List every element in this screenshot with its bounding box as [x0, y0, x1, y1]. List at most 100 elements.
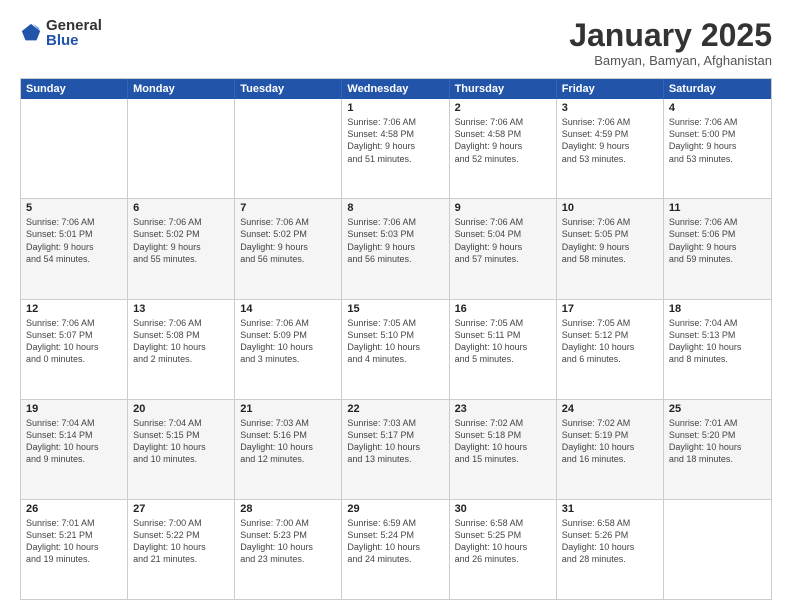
- day-info: Sunrise: 7:06 AMSunset: 5:04 PMDaylight:…: [455, 216, 551, 265]
- day-cell-21: 21 Sunrise: 7:03 AMSunset: 5:16 PMDayligh…: [235, 400, 342, 499]
- day-info: Sunrise: 7:00 AMSunset: 5:22 PMDaylight:…: [133, 517, 229, 566]
- day-number: 7: [240, 202, 336, 214]
- month-title: January 2025: [569, 18, 772, 53]
- empty-cell: [235, 99, 342, 198]
- day-number: 10: [562, 202, 658, 214]
- day-cell-14: 14 Sunrise: 7:06 AMSunset: 5:09 PMDayligh…: [235, 300, 342, 399]
- day-cell-23: 23 Sunrise: 7:02 AMSunset: 5:18 PMDayligh…: [450, 400, 557, 499]
- calendar-body: 1 Sunrise: 7:06 AMSunset: 4:58 PMDaylight…: [21, 99, 771, 599]
- day-number: 13: [133, 303, 229, 315]
- day-cell-29: 29 Sunrise: 6:59 AMSunset: 5:24 PMDayligh…: [342, 500, 449, 599]
- day-info: Sunrise: 7:06 AMSunset: 5:03 PMDaylight:…: [347, 216, 443, 265]
- day-info: Sunrise: 7:06 AMSunset: 5:08 PMDaylight:…: [133, 317, 229, 366]
- day-number: 3: [562, 102, 658, 114]
- day-number: 30: [455, 503, 551, 515]
- logo-text: General Blue: [46, 18, 102, 48]
- day-cell-31: 31Sunrise: 6:58 AMSunset: 5:26 PMDayligh…: [557, 500, 664, 599]
- day-info: Sunrise: 7:01 AMSunset: 5:20 PMDaylight:…: [669, 417, 766, 466]
- day-cell-13: 13 Sunrise: 7:06 AMSunset: 5:08 PMDayligh…: [128, 300, 235, 399]
- day-info: Sunrise: 7:00 AMSunset: 5:23 PMDaylight:…: [240, 517, 336, 566]
- day-cell-10: 10 Sunrise: 7:06 AMSunset: 5:05 PMDayligh…: [557, 199, 664, 298]
- day-cell-9: 9 Sunrise: 7:06 AMSunset: 5:04 PMDaylight…: [450, 199, 557, 298]
- day-cell-12: 12 Sunrise: 7:06 AMSunset: 5:07 PMDayligh…: [21, 300, 128, 399]
- calendar: SundayMondayTuesdayWednesdayThursdayFrid…: [20, 78, 772, 600]
- day-number: 8: [347, 202, 443, 214]
- day-info: Sunrise: 7:06 AMSunset: 5:05 PMDaylight:…: [562, 216, 658, 265]
- day-number: 23: [455, 403, 551, 415]
- day-cell-26: 26Sunrise: 7:01 AMSunset: 5:21 PMDayligh…: [21, 500, 128, 599]
- calendar-row-0: 1 Sunrise: 7:06 AMSunset: 4:58 PMDaylight…: [21, 99, 771, 198]
- day-info: Sunrise: 6:58 AMSunset: 5:25 PMDaylight:…: [455, 517, 551, 566]
- page: General Blue January 2025 Bamyan, Bamyan…: [0, 0, 792, 612]
- logo-blue-label: Blue: [46, 33, 102, 48]
- day-number: 5: [26, 202, 122, 214]
- header: General Blue January 2025 Bamyan, Bamyan…: [20, 18, 772, 68]
- logo: General Blue: [20, 18, 102, 48]
- day-cell-19: 19Sunrise: 7:04 AMSunset: 5:14 PMDayligh…: [21, 400, 128, 499]
- day-cell-15: 15 Sunrise: 7:05 AMSunset: 5:10 PMDayligh…: [342, 300, 449, 399]
- day-cell-30: 30 Sunrise: 6:58 AMSunset: 5:25 PMDayligh…: [450, 500, 557, 599]
- weekday-header-wednesday: Wednesday: [342, 79, 449, 99]
- day-info: Sunrise: 7:05 AMSunset: 5:11 PMDaylight:…: [455, 317, 551, 366]
- day-info: Sunrise: 7:06 AMSunset: 5:07 PMDaylight:…: [26, 317, 122, 366]
- day-cell-24: 24Sunrise: 7:02 AMSunset: 5:19 PMDayligh…: [557, 400, 664, 499]
- day-info: Sunrise: 7:04 AMSunset: 5:13 PMDaylight:…: [669, 317, 766, 366]
- day-info: Sunrise: 7:03 AMSunset: 5:17 PMDaylight:…: [347, 417, 443, 466]
- logo-general-label: General: [46, 18, 102, 33]
- location: Bamyan, Bamyan, Afghanistan: [569, 53, 772, 68]
- day-number: 14: [240, 303, 336, 315]
- day-info: Sunrise: 7:06 AMSunset: 5:02 PMDaylight:…: [133, 216, 229, 265]
- day-cell-17: 17 Sunrise: 7:05 AMSunset: 5:12 PMDayligh…: [557, 300, 664, 399]
- day-number: 15: [347, 303, 443, 315]
- day-info: Sunrise: 7:06 AMSunset: 4:58 PMDaylight:…: [455, 116, 551, 165]
- weekday-header-monday: Monday: [128, 79, 235, 99]
- day-info: Sunrise: 7:05 AMSunset: 5:12 PMDaylight:…: [562, 317, 658, 366]
- day-info: Sunrise: 7:06 AMSunset: 5:09 PMDaylight:…: [240, 317, 336, 366]
- calendar-row-4: 26Sunrise: 7:01 AMSunset: 5:21 PMDayligh…: [21, 499, 771, 599]
- day-cell-18: 18 Sunrise: 7:04 AMSunset: 5:13 PMDayligh…: [664, 300, 771, 399]
- day-number: 2: [455, 102, 551, 114]
- day-cell-28: 28Sunrise: 7:00 AMSunset: 5:23 PMDayligh…: [235, 500, 342, 599]
- day-number: 17: [562, 303, 658, 315]
- day-number: 6: [133, 202, 229, 214]
- day-number: 11: [669, 202, 766, 214]
- day-cell-3: 3 Sunrise: 7:06 AMSunset: 4:59 PMDaylight…: [557, 99, 664, 198]
- day-info: Sunrise: 6:59 AMSunset: 5:24 PMDaylight:…: [347, 517, 443, 566]
- day-info: Sunrise: 7:02 AMSunset: 5:19 PMDaylight:…: [562, 417, 658, 466]
- day-number: 18: [669, 303, 766, 315]
- day-cell-22: 22 Sunrise: 7:03 AMSunset: 5:17 PMDayligh…: [342, 400, 449, 499]
- day-info: Sunrise: 7:06 AMSunset: 5:02 PMDaylight:…: [240, 216, 336, 265]
- day-number: 9: [455, 202, 551, 214]
- day-info: Sunrise: 7:06 AMSunset: 4:59 PMDaylight:…: [562, 116, 658, 165]
- calendar-row-1: 5 Sunrise: 7:06 AMSunset: 5:01 PMDaylight…: [21, 198, 771, 298]
- day-info: Sunrise: 7:06 AMSunset: 5:01 PMDaylight:…: [26, 216, 122, 265]
- day-number: 29: [347, 503, 443, 515]
- day-number: 12: [26, 303, 122, 315]
- day-info: Sunrise: 7:06 AMSunset: 5:06 PMDaylight:…: [669, 216, 766, 265]
- day-info: Sunrise: 7:03 AMSunset: 5:16 PMDaylight:…: [240, 417, 336, 466]
- day-cell-6: 6 Sunrise: 7:06 AMSunset: 5:02 PMDaylight…: [128, 199, 235, 298]
- day-cell-8: 8 Sunrise: 7:06 AMSunset: 5:03 PMDaylight…: [342, 199, 449, 298]
- day-number: 20: [133, 403, 229, 415]
- day-number: 27: [133, 503, 229, 515]
- day-number: 1: [347, 102, 443, 114]
- day-number: 31: [562, 503, 658, 515]
- day-cell-1: 1Sunrise: 7:06 AMSunset: 4:58 PMDaylight…: [342, 99, 449, 198]
- day-number: 21: [240, 403, 336, 415]
- day-number: 26: [26, 503, 122, 515]
- day-info: Sunrise: 7:04 AMSunset: 5:14 PMDaylight:…: [26, 417, 122, 466]
- day-info: Sunrise: 7:04 AMSunset: 5:15 PMDaylight:…: [133, 417, 229, 466]
- day-cell-7: 7 Sunrise: 7:06 AMSunset: 5:02 PMDaylight…: [235, 199, 342, 298]
- day-cell-11: 11 Sunrise: 7:06 AMSunset: 5:06 PMDayligh…: [664, 199, 771, 298]
- day-info: Sunrise: 7:02 AMSunset: 5:18 PMDaylight:…: [455, 417, 551, 466]
- day-info: Sunrise: 7:06 AMSunset: 5:00 PMDaylight:…: [669, 116, 766, 165]
- title-section: January 2025 Bamyan, Bamyan, Afghanistan: [569, 18, 772, 68]
- day-number: 22: [347, 403, 443, 415]
- day-info: Sunrise: 7:05 AMSunset: 5:10 PMDaylight:…: [347, 317, 443, 366]
- day-number: 25: [669, 403, 766, 415]
- day-cell-2: 2 Sunrise: 7:06 AMSunset: 4:58 PMDaylight…: [450, 99, 557, 198]
- weekday-header-thursday: Thursday: [450, 79, 557, 99]
- day-cell-20: 20 Sunrise: 7:04 AMSunset: 5:15 PMDayligh…: [128, 400, 235, 499]
- weekday-header-tuesday: Tuesday: [235, 79, 342, 99]
- weekday-header-friday: Friday: [557, 79, 664, 99]
